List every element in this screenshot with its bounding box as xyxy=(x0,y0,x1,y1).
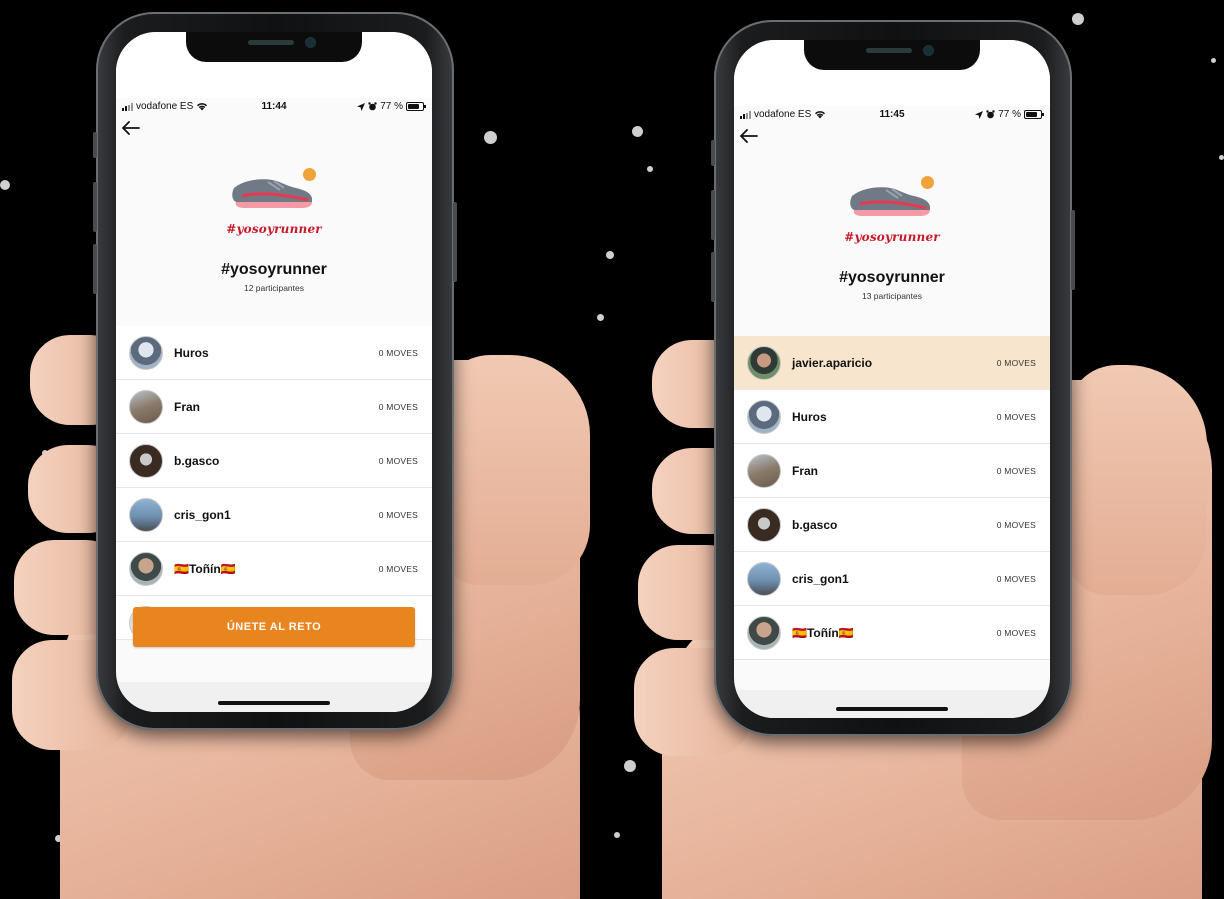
participant-name: Fran xyxy=(174,400,201,414)
avatar xyxy=(747,346,781,380)
battery-percent: 77 % xyxy=(998,109,1021,120)
bottom-bar xyxy=(734,690,1050,718)
list-item[interactable]: b.gasco 0 MOVES xyxy=(116,434,432,488)
status-bar: vodafone ES 11:44 77 % xyxy=(116,98,432,116)
list-item[interactable]: Huros 0 MOVES xyxy=(116,326,432,380)
participant-name: Fran xyxy=(792,464,819,478)
participant-moves: 0 MOVES xyxy=(378,564,418,574)
location-arrow-icon xyxy=(975,110,984,119)
participants-list: javier.aparicio 0 MOVES Huros 0 MOVES Fr… xyxy=(734,336,1050,660)
badge-dot xyxy=(303,168,316,181)
status-bar: vodafone ES 11:45 77 % xyxy=(734,106,1050,124)
avatar xyxy=(747,562,781,596)
list-item[interactable]: cris_gon1 0 MOVES xyxy=(734,552,1050,606)
participants-list: Huros 0 MOVES Fran 0 MOVES b.gasco 0 MOV… xyxy=(116,326,432,640)
challenge-logo: #yosoyrunner xyxy=(224,154,324,242)
participant-moves: 0 MOVES xyxy=(996,520,1036,530)
battery-icon xyxy=(1024,110,1044,119)
avatar xyxy=(129,498,163,532)
logo-hashtag: #yosoyrunner xyxy=(844,230,940,244)
participant-name: javier.aparicio xyxy=(792,356,873,370)
avatar xyxy=(129,552,163,586)
location-arrow-icon xyxy=(357,102,366,111)
avatar xyxy=(747,508,781,542)
avatar xyxy=(129,336,163,370)
participant-moves: 0 MOVES xyxy=(996,466,1036,476)
bottom-bar xyxy=(116,682,432,712)
avatar xyxy=(129,444,163,478)
participants-count: 12 participantes xyxy=(243,283,304,293)
list-item-current-user[interactable]: javier.aparicio 0 MOVES xyxy=(734,336,1050,390)
challenge-title: #yosoyrunner xyxy=(221,261,327,278)
arrow-left-icon xyxy=(122,121,140,135)
notch xyxy=(186,32,362,62)
participants-count: 13 participantes xyxy=(861,291,922,301)
participant-name: 🇪🇸Toñín🇪🇸 xyxy=(792,626,854,640)
participant-moves: 0 MOVES xyxy=(378,348,418,358)
challenge-logo: #yosoyrunner xyxy=(842,162,942,250)
participant-moves: 0 MOVES xyxy=(996,574,1036,584)
avatar xyxy=(747,616,781,650)
list-item[interactable]: 🇪🇸Toñín🇪🇸 0 MOVES xyxy=(734,606,1050,660)
marketing-scene: vodafone ES 11:44 77 % #yosoyrunner #yos… xyxy=(0,0,1224,899)
participant-name: b.gasco xyxy=(792,518,838,532)
list-item[interactable]: Fran 0 MOVES xyxy=(116,380,432,434)
alarm-icon xyxy=(986,110,995,119)
avatar xyxy=(747,400,781,434)
participant-name: cris_gon1 xyxy=(174,508,231,522)
participant-name: b.gasco xyxy=(174,454,220,468)
participant-name: Huros xyxy=(792,410,827,424)
phone-left-screen: vodafone ES 11:44 77 % #yosoyrunner #yos… xyxy=(116,32,432,712)
phone-right-screen: vodafone ES 11:45 77 % #yosoyrunner #yos… xyxy=(734,40,1050,718)
battery-fill xyxy=(408,104,419,109)
participant-moves: 0 MOVES xyxy=(996,358,1036,368)
list-item[interactable]: b.gasco 0 MOVES xyxy=(734,498,1050,552)
battery-icon xyxy=(406,102,426,111)
phone-left: vodafone ES 11:44 77 % #yosoyrunner #yos… xyxy=(93,12,457,730)
home-indicator[interactable] xyxy=(218,701,330,705)
list-item[interactable]: Fran 0 MOVES xyxy=(734,444,1050,498)
avatar xyxy=(747,454,781,488)
avatar xyxy=(129,390,163,424)
participant-name: cris_gon1 xyxy=(792,572,849,586)
alarm-icon xyxy=(368,102,377,111)
battery-percent: 77 % xyxy=(380,101,403,112)
list-item[interactable]: 🇪🇸Toñín🇪🇸 0 MOVES xyxy=(116,542,432,596)
participant-moves: 0 MOVES xyxy=(378,402,418,412)
list-item[interactable]: Huros 0 MOVES xyxy=(734,390,1050,444)
home-indicator[interactable] xyxy=(836,707,948,711)
phone-right: vodafone ES 11:45 77 % #yosoyrunner #yos… xyxy=(711,20,1075,736)
participant-moves: 0 MOVES xyxy=(996,412,1036,422)
participant-name: Huros xyxy=(174,346,209,360)
participant-moves: 0 MOVES xyxy=(378,510,418,520)
join-challenge-button[interactable]: ÚNETE AL RETO xyxy=(133,607,415,647)
battery-fill xyxy=(1026,112,1037,117)
participant-name: 🇪🇸Toñín🇪🇸 xyxy=(174,562,236,576)
arrow-left-icon xyxy=(740,129,758,143)
notch xyxy=(804,40,980,70)
logo-hashtag: #yosoyrunner xyxy=(226,222,322,236)
participant-moves: 0 MOVES xyxy=(996,628,1036,638)
back-button[interactable] xyxy=(122,120,146,138)
challenge-title: #yosoyrunner xyxy=(839,269,945,286)
participant-moves: 0 MOVES xyxy=(378,456,418,466)
list-item[interactable]: cris_gon1 0 MOVES xyxy=(116,488,432,542)
back-button[interactable] xyxy=(740,128,764,146)
badge-dot xyxy=(921,176,934,189)
